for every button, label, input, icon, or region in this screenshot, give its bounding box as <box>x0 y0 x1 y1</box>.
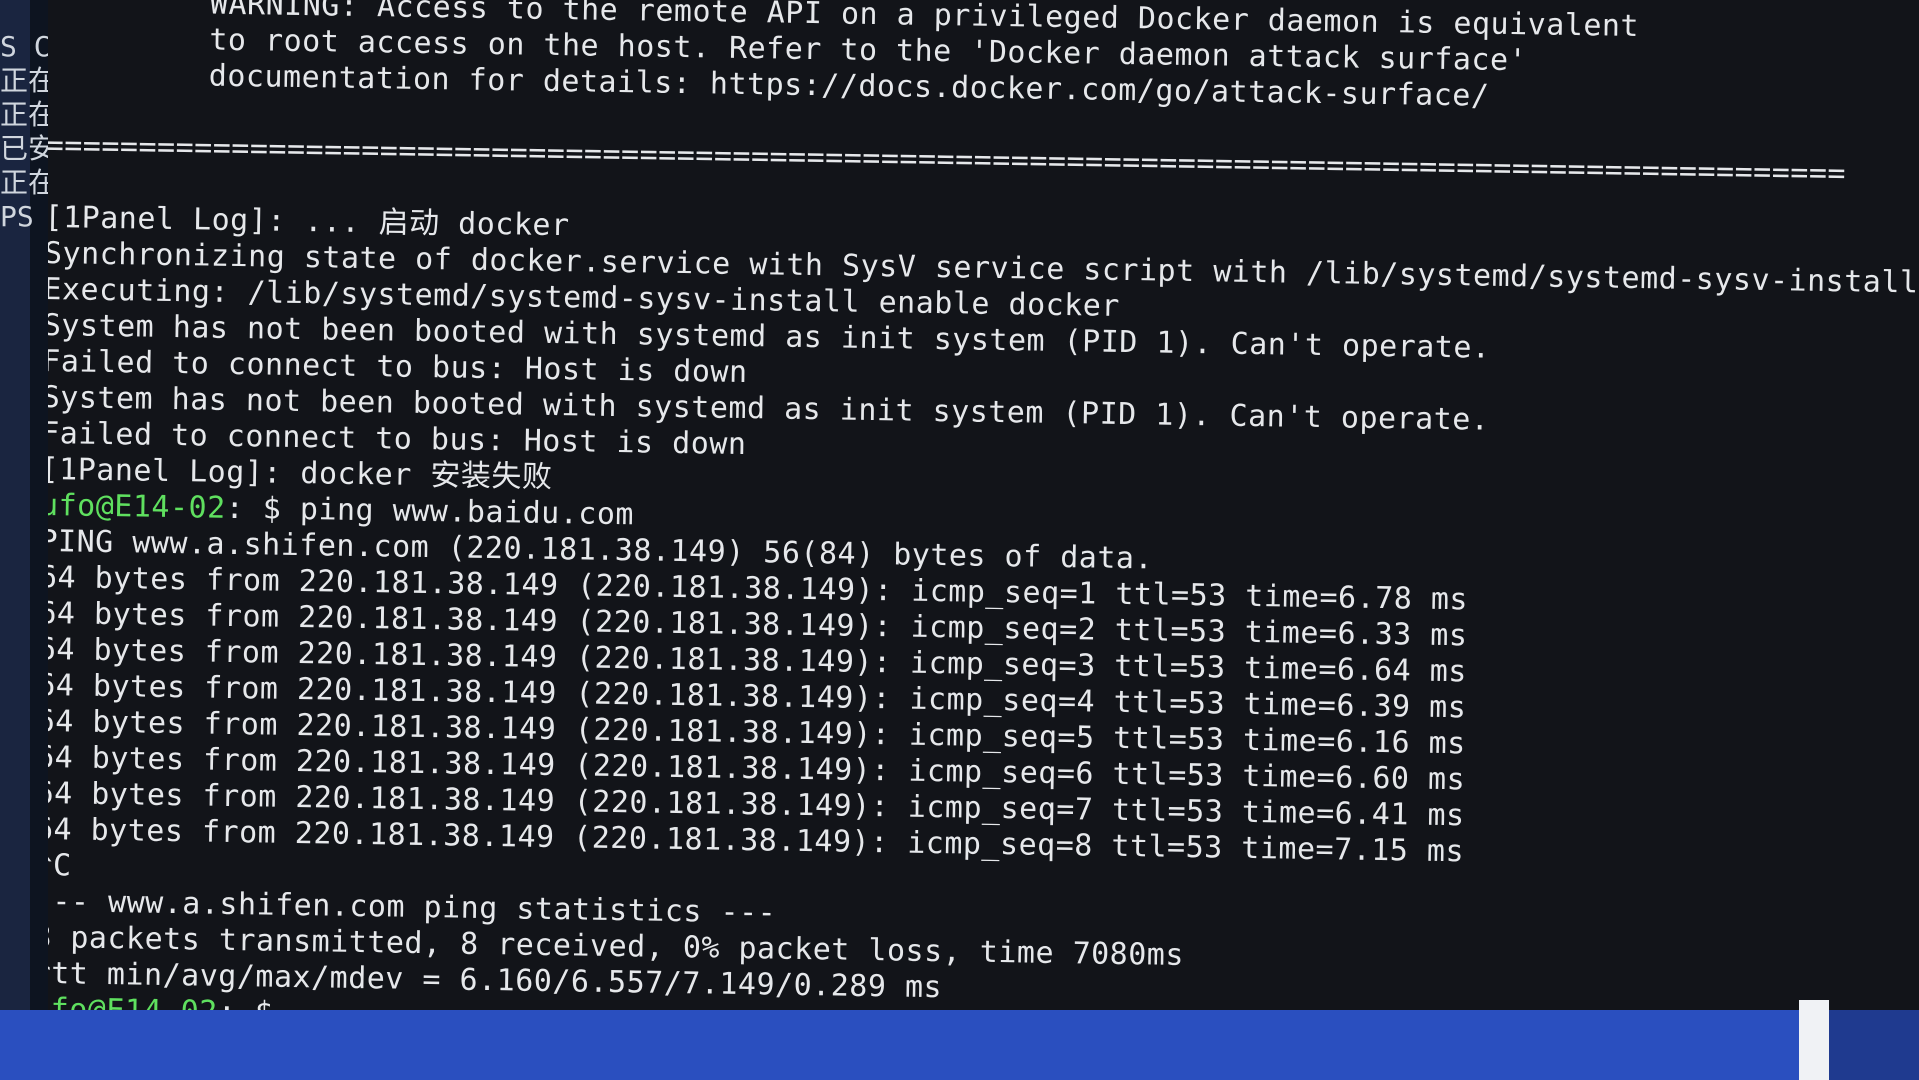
prompt-user: ufo@E14-02 <box>48 487 226 526</box>
taskbar-window-edge <box>1799 1000 1829 1080</box>
prompt-symbol: : $ <box>217 995 292 1010</box>
background-window-text: S C 正在 正在 已安 正在 PS C <box>0 30 48 234</box>
terminal-output[interactable]: WARNING: Access to the remote API on a p… <box>48 0 1919 1010</box>
command-text: ping www.baidu.com <box>299 492 635 533</box>
taskbar-corner <box>1829 1010 1919 1080</box>
prompt-symbol: : $ <box>225 490 301 528</box>
terminal-window[interactable]: WARNING: Access to the remote API on a p… <box>48 0 1919 1010</box>
taskbar[interactable] <box>0 1010 1919 1080</box>
background-text-line: 已安 <box>0 132 48 165</box>
background-text-line: 正在 <box>0 166 48 199</box>
background-text-line: 正在 <box>0 64 48 97</box>
background-text-line: 正在 <box>0 98 48 131</box>
prompt-user: ufo@E14-02 <box>48 992 218 1010</box>
background-text-line: PS C <box>0 200 48 233</box>
background-text-line: S C <box>0 30 48 63</box>
